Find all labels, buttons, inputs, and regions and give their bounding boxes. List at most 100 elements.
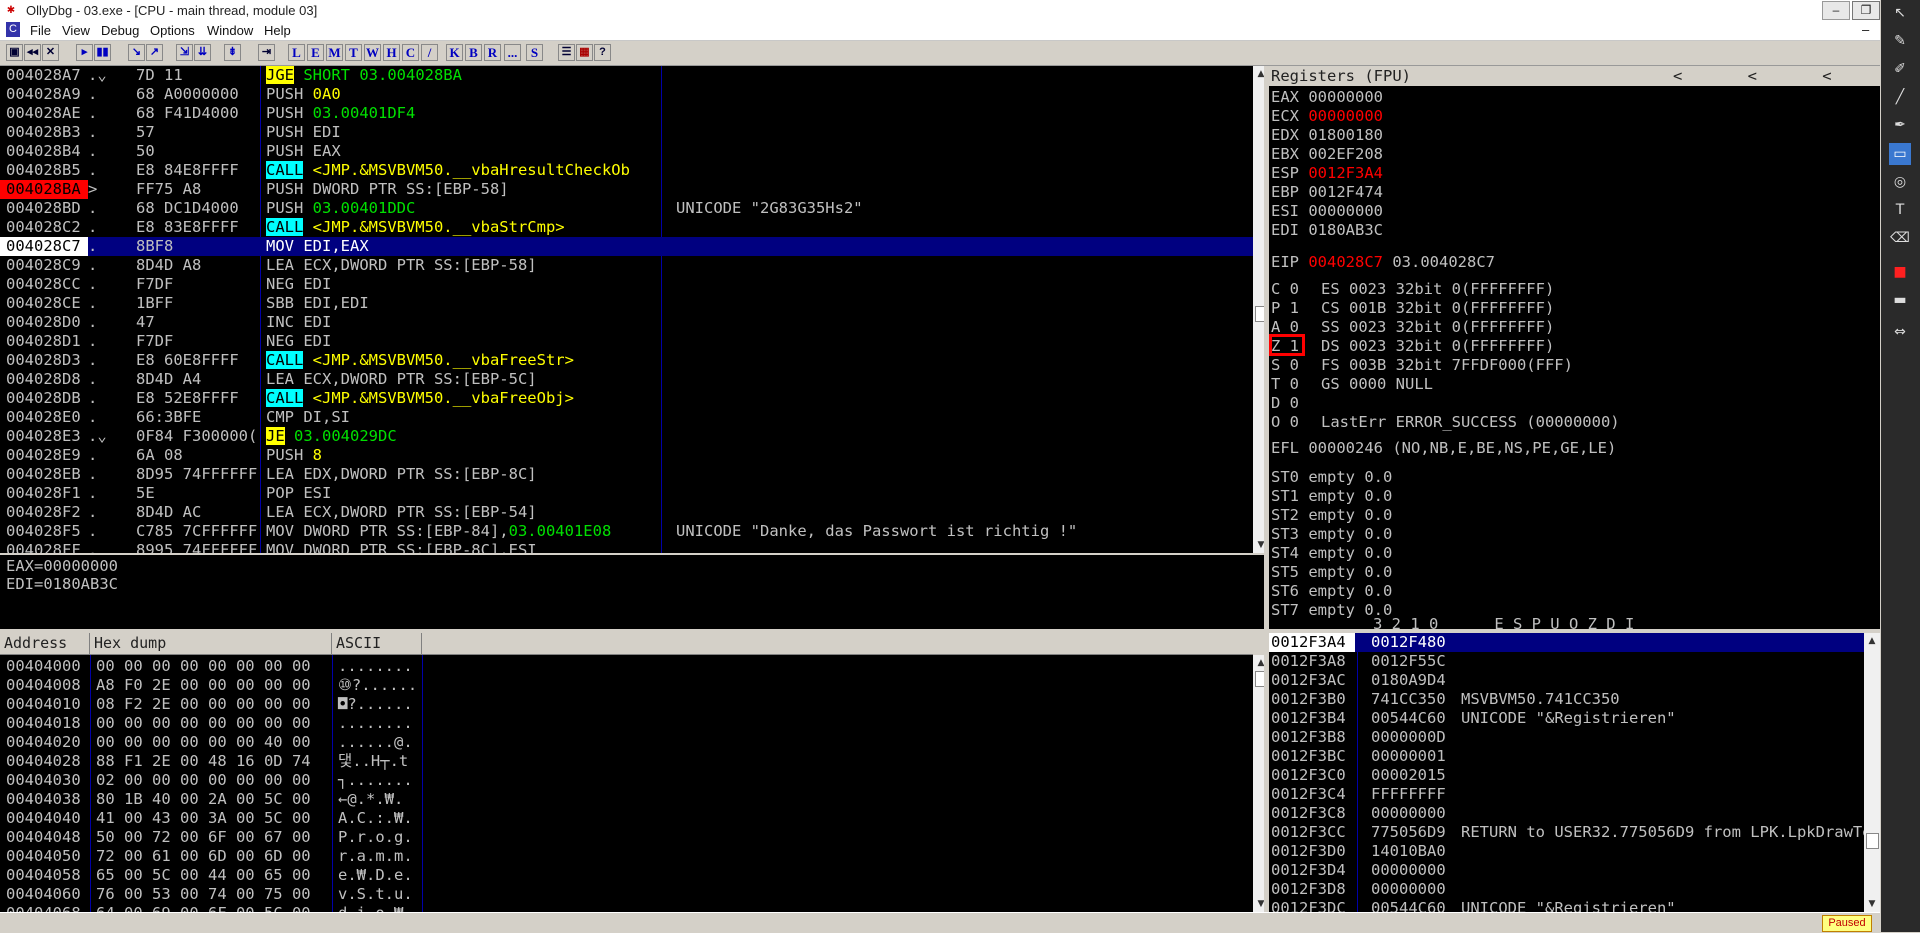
- menu-view[interactable]: View: [62, 23, 90, 38]
- patches-window-button[interactable]: /: [421, 44, 438, 61]
- expand-icon[interactable]: ⇔: [1889, 321, 1911, 343]
- dump-row[interactable]: 00404038 80 1B 40 00 2A 00 5C 00 ←@.*.₩.: [0, 790, 1253, 809]
- scroll-thumb[interactable]: [1866, 833, 1879, 849]
- fpu-register[interactable]: ST5 empty 0.0: [1271, 563, 1392, 582]
- go-to-button[interactable]: ⇥: [258, 44, 275, 61]
- flag-row[interactable]: C 0 ES 0023 32bit 0(FFFFFFFF): [1271, 280, 1554, 299]
- disasm-row[interactable]: 004028EB. 8D95 74FFFFFF LEA EDX,DWORD PTR …: [0, 465, 1253, 484]
- open-button[interactable]: ▣: [6, 44, 23, 61]
- cpu-flag[interactable]: S 0: [1271, 356, 1299, 374]
- stack-row[interactable]: 0012F3BC 00000001: [1269, 747, 1864, 766]
- disasm-row[interactable]: 004028E0. 66:3BFE CMP DI,SI: [0, 408, 1253, 427]
- dump-row[interactable]: 00404008 A8 F0 2E 00 00 00 00 00 ⑩?......: [0, 676, 1253, 695]
- disasm-row[interactable]: 004028F1. 5E POP ESI: [0, 484, 1253, 503]
- eflags-register[interactable]: EFL 00000246 (NO,NB,E,BE,NS,PE,GE,LE): [1271, 439, 1616, 458]
- cpu-flag[interactable]: C 0: [1271, 280, 1299, 298]
- stack-row[interactable]: 0012F3B8 0000000D: [1269, 728, 1864, 747]
- menu-file[interactable]: File: [30, 23, 51, 38]
- flag-row[interactable]: S 0 FS 003B 32bit 7FFDF000(FFF): [1271, 356, 1573, 375]
- flag-row[interactable]: O 0 LastErr ERROR_SUCCESS (00000000): [1271, 413, 1620, 432]
- log-window-button[interactable]: L: [288, 44, 305, 61]
- disassembly-pane[interactable]: 004028A7 .⌄ 7D 11 JGE SHORT 03.004028BA 0040…: [0, 66, 1253, 553]
- fpu-register[interactable]: ST3 empty 0.0: [1271, 525, 1392, 544]
- scroll-down-icon[interactable]: ▼: [1864, 896, 1880, 912]
- disasm-row[interactable]: 004028BD. 68 DC1D4000 PUSH 03.00401DDC UNIC…: [0, 199, 1253, 218]
- pencil-icon[interactable]: ✎: [1889, 30, 1911, 52]
- stack-row[interactable]: 0012F3D4 00000000: [1269, 861, 1864, 880]
- cpu-window-button[interactable]: C: [402, 44, 419, 61]
- modules-window-button[interactable]: E: [307, 44, 324, 61]
- dump-row[interactable]: 00404028 88 F1 2E 00 48 16 0D 74 댗..H┬.t: [0, 752, 1253, 771]
- dump-row[interactable]: 00404000 00 00 00 00 00 00 00 00........: [0, 657, 1253, 676]
- disasm-row[interactable]: 004028CC. F7DF NEG EDI: [0, 275, 1253, 294]
- dump-row[interactable]: 00404018 00 00 00 00 00 00 00 00........: [0, 714, 1253, 733]
- step-over-button[interactable]: ↗: [146, 44, 163, 61]
- disasm-row[interactable]: 004028E3 .⌄ 0F84 F300000(JE 03.004029DC: [0, 427, 1253, 446]
- stack-row[interactable]: 0012F3AC 0180A9D4: [1269, 671, 1864, 690]
- cpu-flag[interactable]: P 1: [1271, 299, 1299, 317]
- cpu-flag[interactable]: T 0: [1271, 375, 1299, 393]
- disasm-row[interactable]: 004028C7. 8BF8 MOV EDI,EAX: [0, 237, 1253, 256]
- line-icon[interactable]: ╱: [1889, 86, 1911, 108]
- execute-till-return-button[interactable]: ⇟: [224, 44, 241, 61]
- menu-help[interactable]: Help: [264, 23, 291, 38]
- stack-row[interactable]: 0012F3B0 741CC350 MSVBVM50.741CC350: [1269, 690, 1864, 709]
- fpu-register[interactable]: ST6 empty 0.0: [1271, 582, 1392, 601]
- stack-row[interactable]: 0012F3A8 0012F55C: [1269, 652, 1864, 671]
- dump-header-ascii[interactable]: ASCII: [332, 633, 422, 655]
- text-icon[interactable]: T: [1889, 199, 1911, 221]
- disasm-row[interactable]: 004028C2. E8 83E8FFFF CALL <JMP.&MSVBVM50.…: [0, 218, 1253, 237]
- disasm-row[interactable]: 004028BA > FF75 A8 PUSH DWORD PTR SS:[EBP-5…: [0, 180, 1253, 199]
- list-icon[interactable]: ☰: [558, 44, 575, 61]
- dump-row[interactable]: 00404040 41 00 43 00 3A 00 5C 00 A.C.:.₩.: [0, 809, 1253, 828]
- marker-icon[interactable]: ✒: [1889, 114, 1911, 136]
- menu-debug[interactable]: Debug: [101, 23, 139, 38]
- fpu-register[interactable]: ST2 empty 0.0: [1271, 506, 1392, 525]
- register-view-arrows[interactable]: < < < < <: [1673, 67, 1880, 86]
- disasm-row[interactable]: 004028DB. E8 52E8FFFF CALL <JMP.&MSVBVM50.…: [0, 389, 1253, 408]
- register-eip[interactable]: EIP 004028C7 03.004028C7: [1271, 253, 1495, 272]
- register-row[interactable]: EDI 0180AB3C: [1271, 221, 1383, 240]
- minimize-button[interactable]: ‒: [1822, 1, 1850, 20]
- color-swatch-icon[interactable]: ■: [1889, 261, 1911, 283]
- mdi-minimize-button[interactable]: ‒: [1862, 22, 1869, 37]
- step-into-button[interactable]: ↘: [128, 44, 145, 61]
- stack-row[interactable]: 0012F3B4 00544C60 UNICODE "&Registrieren": [1269, 709, 1864, 728]
- register-row[interactable]: EAX 00000000: [1271, 88, 1383, 107]
- disasm-row[interactable]: 004028CE. 1BFF SBB EDI,EDI: [0, 294, 1253, 313]
- disasm-row[interactable]: 004028B3. 57 PUSH EDI: [0, 123, 1253, 142]
- stack-row[interactable]: 0012F3C8 00000000: [1269, 804, 1864, 823]
- disasm-row[interactable]: 004028B5. E8 84E8FFFF CALL <JMP.&MSVBVM50.…: [0, 161, 1253, 180]
- restore-button[interactable]: ❐: [1852, 1, 1880, 20]
- palette-icon[interactable]: ◎: [1889, 171, 1911, 193]
- call-stack-window-button[interactable]: K: [446, 44, 463, 61]
- stack-row[interactable]: 0012F3DC 00544C60 UNICODE "&Registrieren": [1269, 899, 1864, 912]
- disasm-row[interactable]: 004028B4. 50 PUSH EAX: [0, 142, 1253, 161]
- source-window-button[interactable]: S: [526, 44, 543, 61]
- threads-window-button[interactable]: T: [345, 44, 362, 61]
- help-button[interactable]: ?: [594, 44, 611, 61]
- dump-row[interactable]: 00404060 76 00 53 00 74 00 75 00 v.S.t.u.: [0, 885, 1253, 904]
- stack-row[interactable]: 0012F3C0 00002015: [1269, 766, 1864, 785]
- trace-over-button[interactable]: ⇊: [194, 44, 211, 61]
- disasm-row[interactable]: 004028E9. 6A 08 PUSH 8: [0, 446, 1253, 465]
- dump-row[interactable]: 00404010 08 F2 2E 00 00 00 00 00 ◘?......: [0, 695, 1253, 714]
- stack-row[interactable]: 0012F3D0 14010BA0: [1269, 842, 1864, 861]
- disasm-row[interactable]: 004028AE. 68 F41D4000 PUSH 03.00401DF4: [0, 104, 1253, 123]
- dump-header-address[interactable]: Address: [0, 633, 90, 655]
- stack-pane[interactable]: 0012F3A4 0012F480 0012F3A8 0012F55C 0012F3AC…: [1269, 633, 1864, 912]
- run-button[interactable]: ▸: [76, 44, 93, 61]
- fpu-register[interactable]: ST4 empty 0.0: [1271, 544, 1392, 563]
- restart-button[interactable]: ◂◂: [24, 44, 41, 61]
- run-trace-window-button[interactable]: ...: [504, 44, 521, 61]
- disasm-row[interactable]: 004028F2. 8D4D AC LEA ECX,DWORD PTR SS:[EB…: [0, 503, 1253, 522]
- fpu-register[interactable]: ST1 empty 0.0: [1271, 487, 1392, 506]
- register-row[interactable]: ESI 00000000: [1271, 202, 1383, 221]
- fpu-register[interactable]: ST0 empty 0.0: [1271, 468, 1392, 487]
- handles-window-button[interactable]: H: [383, 44, 400, 61]
- stack-row[interactable]: 0012F3C4 FFFFFFFF: [1269, 785, 1864, 804]
- dump-row[interactable]: 00404050 72 00 61 00 6D 00 6D 00 r.a.m.m.: [0, 847, 1253, 866]
- register-row[interactable]: EDX 01800180: [1271, 126, 1383, 145]
- flag-row[interactable]: D 0: [1271, 394, 1299, 413]
- register-row[interactable]: ESP 0012F3A4: [1271, 164, 1383, 183]
